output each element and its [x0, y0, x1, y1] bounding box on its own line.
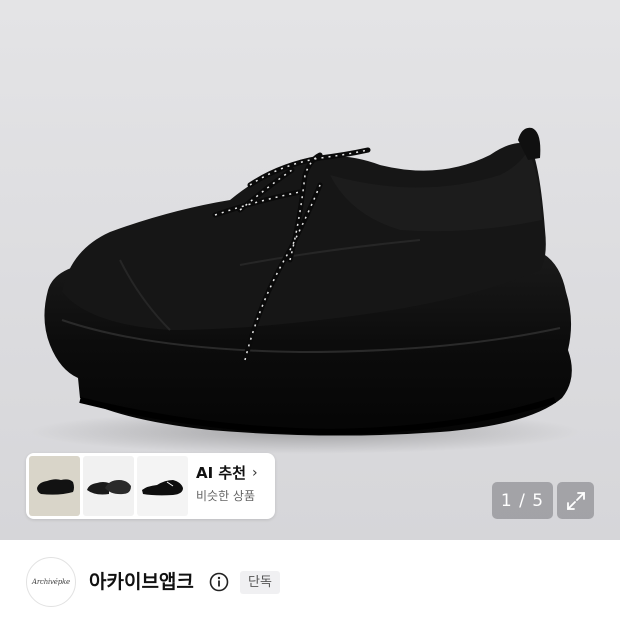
shoe-thumbnail	[37, 479, 74, 495]
brand-row[interactable]: Archivépke 아카이브앱크 단독	[0, 540, 620, 620]
similar-product-thumb[interactable]	[29, 456, 80, 516]
ai-recommend-text[interactable]: AI 추천 › 비슷한 상품	[196, 462, 272, 505]
shoe-thumbnail	[87, 480, 131, 495]
brand-logo-text: Archivépke	[31, 578, 71, 586]
expand-icon	[566, 491, 585, 510]
brand-logo[interactable]: Archivépke	[26, 557, 76, 607]
ai-recommend-title: AI 추천 ›	[196, 462, 272, 484]
shoe-thumbnail	[142, 480, 183, 496]
image-counter: 1 / 5	[492, 482, 553, 519]
ai-recommend-subtitle: 비슷한 상품	[196, 489, 256, 503]
ai-recommend-title-label: AI 추천	[196, 464, 247, 482]
exclusive-badge: 단독	[240, 571, 280, 594]
similar-product-thumb[interactable]	[137, 456, 188, 516]
brand-name[interactable]: 아카이브앱크	[89, 569, 194, 595]
similar-product-thumb[interactable]	[83, 456, 134, 516]
ai-recommend-card[interactable]: AI 추천 › 비슷한 상품	[26, 453, 275, 519]
expand-button[interactable]	[557, 482, 594, 519]
chevron-right-icon: ›	[252, 465, 258, 481]
product-image-gallery[interactable]: AI 추천 › 비슷한 상품 1 / 5	[0, 0, 620, 540]
info-icon[interactable]	[209, 572, 229, 592]
